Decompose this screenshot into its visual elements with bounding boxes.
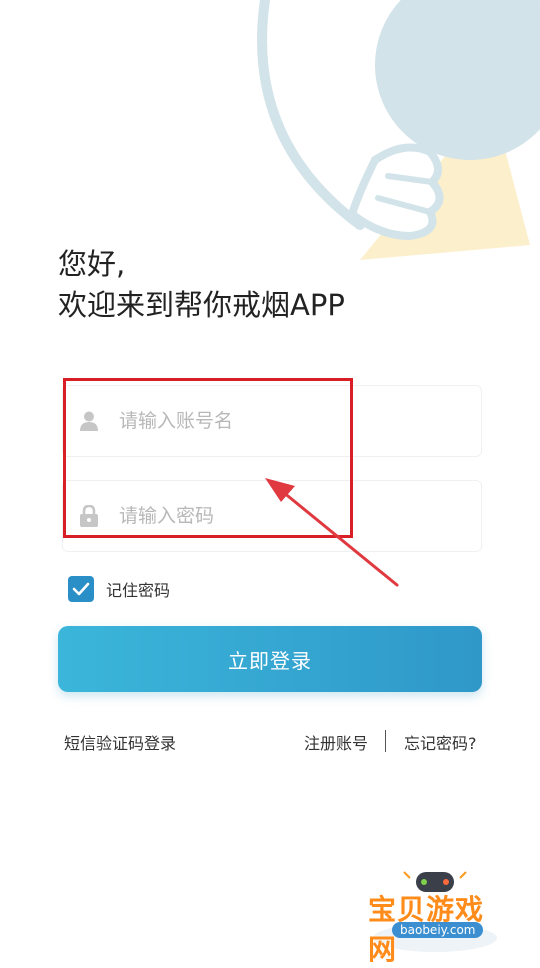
register-link[interactable]: 注册账号 [304, 730, 368, 754]
remember-checkbox[interactable] [68, 576, 94, 602]
check-icon [72, 582, 90, 596]
remember-label: 记住密码 [106, 581, 171, 600]
greeting-line-2: 欢迎来到帮你戒烟APP [58, 288, 345, 322]
login-button[interactable]: 立即登录 [58, 626, 482, 692]
welcome-greeting: 您好, 欢迎来到帮你戒烟APP [58, 244, 345, 326]
greeting-line-1: 您好, [58, 247, 126, 281]
header-illustration [257, 0, 540, 260]
link-divider [385, 730, 386, 752]
watermark-logo: 宝贝游戏网 baobeiy.com [360, 866, 510, 966]
forgot-password-link[interactable]: 忘记密码? [404, 730, 477, 754]
remember-password[interactable]: 记住密码 [68, 576, 170, 602]
login-links: 短信验证码登录 注册账号 忘记密码? [0, 730, 540, 754]
watermark-url: baobeiy.com [392, 922, 484, 938]
sms-login-link[interactable]: 短信验证码登录 [64, 730, 176, 754]
annotation-arrow [265, 478, 399, 587]
